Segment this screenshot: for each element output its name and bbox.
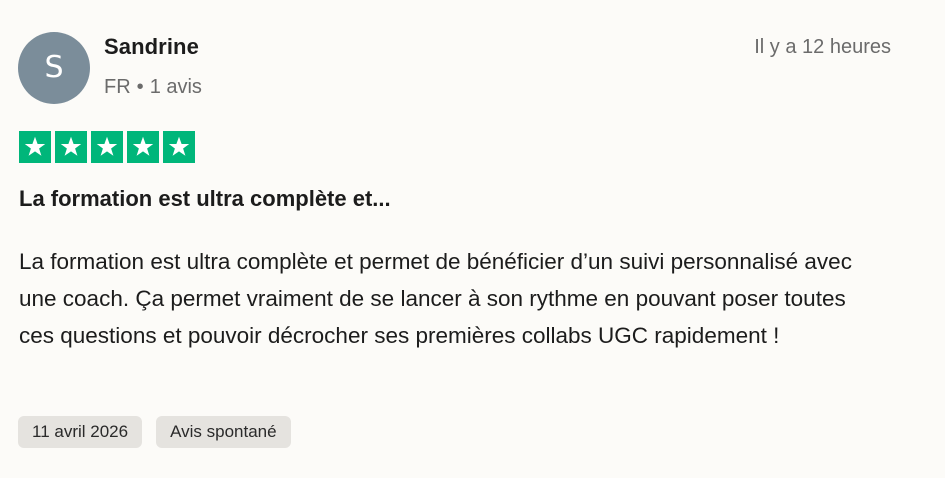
avatar[interactable]: S: [18, 32, 90, 104]
star-rating: [19, 131, 195, 163]
star-icon: [127, 131, 159, 163]
star-icon: [19, 131, 51, 163]
review-time-ago: Il y a 12 heures: [754, 36, 891, 58]
review-source-tag[interactable]: Avis spontané: [156, 416, 291, 448]
reviewer-name[interactable]: Sandrine: [104, 34, 199, 60]
reviewer-country: FR: [104, 76, 131, 98]
review-card: S Sandrine FR • 1 avis Il y a 12 heures La…: [0, 0, 945, 478]
review-body: La formation est ultra complète et perme…: [19, 249, 852, 348]
star-icon: [55, 131, 87, 163]
review-title[interactable]: La formation est ultra complète et...: [19, 186, 391, 212]
review-tags: 11 avril 2026 Avis spontané: [18, 416, 291, 448]
review-date-tag: 11 avril 2026: [18, 416, 143, 448]
meta-separator: •: [136, 76, 144, 98]
reviewer-review-count: 1 avis: [149, 76, 202, 98]
star-icon: [163, 131, 195, 163]
reviewer-meta: FR • 1 avis: [104, 76, 202, 99]
star-icon: [91, 131, 123, 163]
